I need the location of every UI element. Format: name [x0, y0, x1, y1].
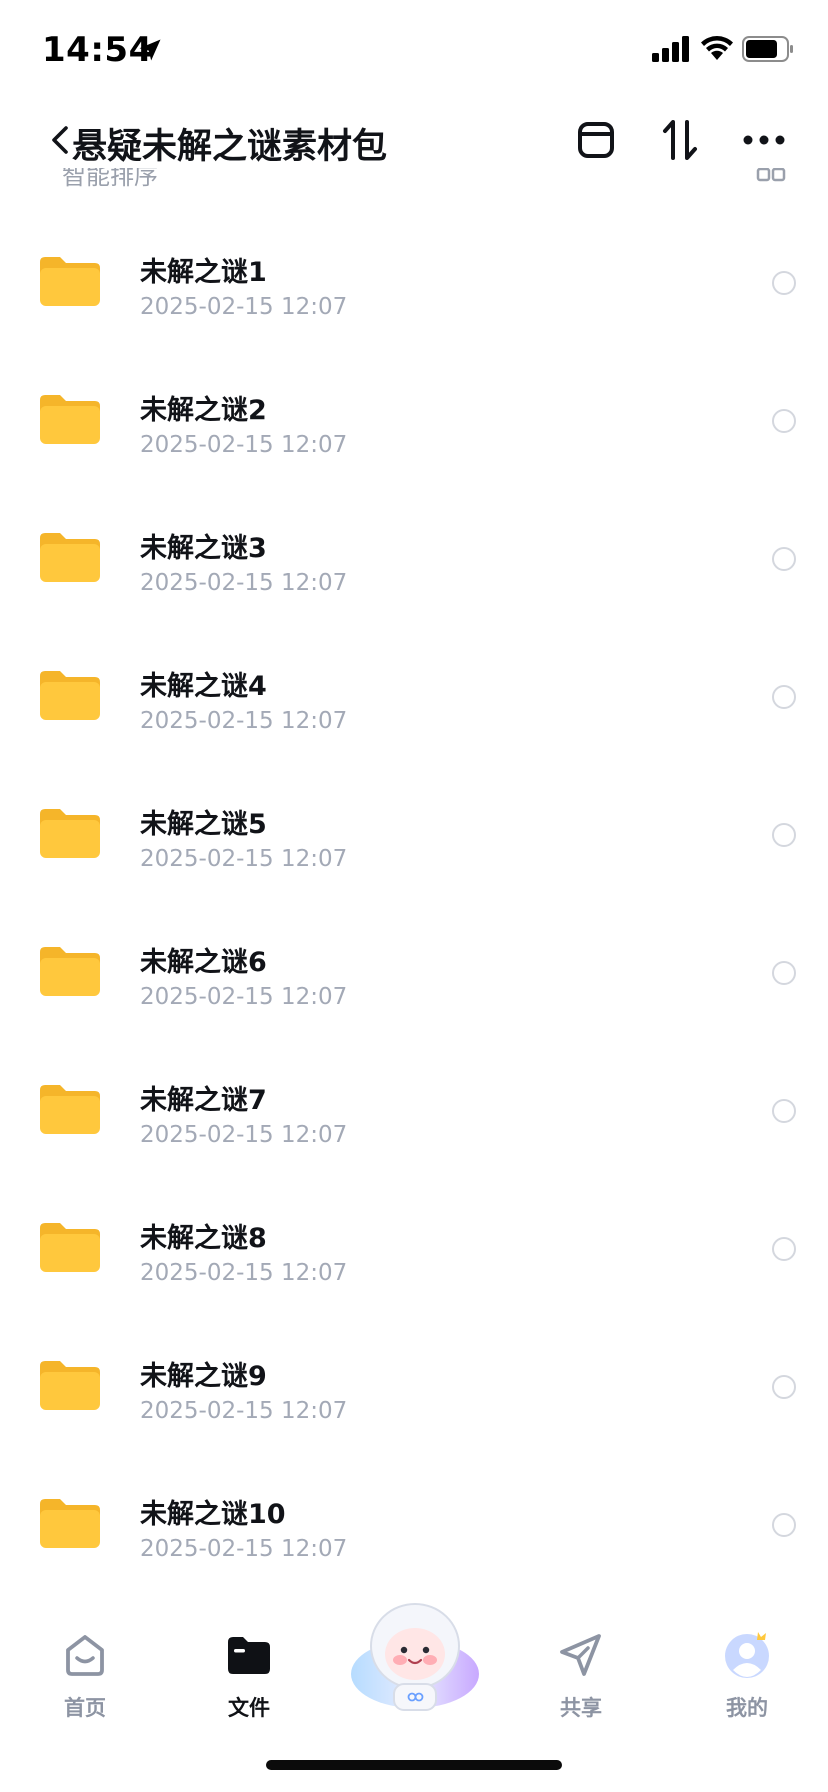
file-modified-date: 2025-02-15 12:07	[140, 1398, 348, 1424]
file-name: 未解之谜3	[140, 533, 267, 564]
select-checkbox[interactable]	[772, 961, 796, 985]
file-row[interactable]: 未解之谜9 2025-02-15 12:07	[0, 1300, 828, 1438]
tab-share-label: 共享	[560, 1696, 602, 1720]
wifi-icon	[701, 36, 733, 60]
file-name: 未解之谜2	[140, 395, 267, 426]
folder-icon	[40, 395, 100, 444]
recycle-bin-button[interactable]	[568, 112, 624, 168]
folder-icon	[40, 809, 100, 858]
select-checkbox[interactable]	[772, 1237, 796, 1261]
folder-icon	[40, 1223, 100, 1272]
file-modified-date: 2025-02-15 12:07	[140, 570, 348, 596]
tab-home-label: 首页	[64, 1696, 106, 1720]
file-modified-date: 2025-02-15 12:07	[140, 984, 348, 1010]
select-checkbox[interactable]	[772, 409, 796, 433]
file-row[interactable]: 未解之谜1 2025-02-15 12:07	[0, 196, 828, 334]
grid-view-icon[interactable]	[756, 168, 786, 182]
file-row[interactable]: 未解之谜3 2025-02-15 12:07	[0, 472, 828, 610]
select-checkbox[interactable]	[772, 1513, 796, 1537]
file-modified-date: 2025-02-15 12:07	[140, 1260, 348, 1286]
file-modified-date: 2025-02-15 12:07	[140, 708, 348, 734]
tab-mine-label: 我的	[726, 1696, 768, 1720]
file-name: 未解之谜7	[140, 1085, 267, 1116]
battery-icon	[742, 36, 793, 62]
folder-icon	[40, 533, 100, 582]
file-row[interactable]: 未解之谜8 2025-02-15 12:07	[0, 1162, 828, 1300]
sort-row: 智能排序	[0, 168, 828, 190]
file-row[interactable]: 未解之谜10 2025-02-15 12:07	[0, 1438, 828, 1576]
folder-icon	[40, 1361, 100, 1410]
file-modified-date: 2025-02-15 12:07	[140, 432, 348, 458]
file-name: 未解之谜6	[140, 947, 267, 978]
select-checkbox[interactable]	[772, 547, 796, 571]
select-checkbox[interactable]	[772, 1375, 796, 1399]
file-name: 未解之谜1	[140, 257, 267, 288]
recycle-bin-icon	[578, 122, 614, 158]
file-list: 未解之谜1 2025-02-15 12:07 未解之谜2 2025-02-15 12:…	[0, 196, 828, 1576]
file-name: 未解之谜8	[140, 1223, 267, 1254]
crown-icon	[757, 1632, 766, 1640]
tab-mine[interactable]: 我的	[692, 1630, 802, 1740]
assistant-mascot-button[interactable]	[342, 1596, 488, 1720]
file-row[interactable]: 未解之谜6 2025-02-15 12:07	[0, 886, 828, 1024]
tab-share[interactable]: 共享	[526, 1630, 636, 1740]
tab-files-label: 文件	[228, 1696, 270, 1720]
folder-icon	[40, 257, 100, 306]
user-avatar-icon	[725, 1632, 769, 1678]
folder-icon	[40, 947, 100, 996]
more-dots-icon	[743, 135, 785, 145]
file-name: 未解之谜9	[140, 1361, 267, 1392]
file-modified-date: 2025-02-15 12:07	[140, 1122, 348, 1148]
page-title: 悬疑未解之谜素材包	[72, 127, 388, 167]
sort-button[interactable]	[652, 112, 708, 168]
file-row[interactable]: 未解之谜5 2025-02-15 12:07	[0, 748, 828, 886]
folder-icon	[40, 1085, 100, 1134]
home-indicator	[266, 1760, 562, 1770]
location-arrow-icon	[139, 39, 161, 61]
file-row[interactable]: 未解之谜4 2025-02-15 12:07	[0, 610, 828, 748]
select-checkbox[interactable]	[772, 1099, 796, 1123]
file-name: 未解之谜10	[140, 1499, 286, 1530]
folder-filled-icon	[228, 1637, 270, 1674]
folder-icon	[40, 671, 100, 720]
file-name: 未解之谜4	[140, 671, 267, 702]
select-checkbox[interactable]	[772, 685, 796, 709]
file-modified-date: 2025-02-15 12:07	[140, 294, 348, 320]
file-modified-date: 2025-02-15 12:07	[140, 846, 348, 872]
status-bar: 14:54	[0, 0, 828, 100]
file-name: 未解之谜5	[140, 809, 267, 840]
select-checkbox[interactable]	[772, 271, 796, 295]
more-options-button[interactable]	[736, 112, 792, 168]
cellular-signal-icon	[652, 36, 689, 62]
home-icon	[66, 1635, 104, 1676]
file-modified-date: 2025-02-15 12:07	[140, 1536, 348, 1562]
sort-arrows-icon	[663, 120, 697, 160]
tab-files[interactable]: 文件	[194, 1630, 304, 1740]
select-checkbox[interactable]	[772, 823, 796, 847]
file-row[interactable]: 未解之谜7 2025-02-15 12:07	[0, 1024, 828, 1162]
tab-home[interactable]: 首页	[30, 1630, 140, 1740]
sort-mode-label[interactable]: 智能排序	[62, 168, 158, 190]
share-paper-plane-icon	[560, 1634, 601, 1676]
file-row[interactable]: 未解之谜2 2025-02-15 12:07	[0, 334, 828, 472]
folder-icon	[40, 1499, 100, 1548]
